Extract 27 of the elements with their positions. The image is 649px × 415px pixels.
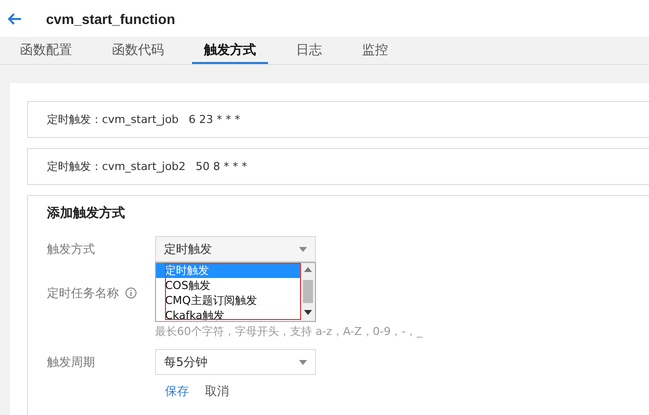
scroll-up-icon[interactable] xyxy=(304,267,312,272)
field-label: 触发方式 xyxy=(47,241,96,258)
cancel-link[interactable]: 取消 xyxy=(205,383,229,400)
tab[interactable]: 监控 xyxy=(350,37,400,64)
tab[interactable]: 函数代码 xyxy=(100,37,176,64)
function-title: cvm_start_function xyxy=(46,10,176,26)
trigger-type-select[interactable]: 定时触发 xyxy=(155,236,316,262)
field-label: 定时任务名称 xyxy=(47,280,155,306)
scroll-thumb[interactable] xyxy=(303,280,313,303)
trigger-name: 定时触发：cvm_start_job xyxy=(47,112,179,127)
trigger-schedule: 50 8 * * * xyxy=(196,160,248,173)
scrollbar[interactable] xyxy=(300,263,315,321)
trigger-schedule: 6 23 * * * xyxy=(188,113,240,126)
period-select[interactable]: 每5分钟 xyxy=(155,349,316,375)
tab[interactable]: 日志 xyxy=(284,37,334,64)
tab[interactable]: 触发方式 xyxy=(192,37,268,64)
caret-icon xyxy=(299,246,307,252)
section-heading: 添加触发方式 xyxy=(47,204,126,222)
hint-text: 最长60个字符，字母开头，支持 a-z，A-Z，0-9，-，_ xyxy=(155,324,424,339)
scroll-down-icon[interactable] xyxy=(304,310,312,315)
trigger-name: 定时触发：cvm_start_job2 xyxy=(47,159,186,174)
field-label: 触发周期 xyxy=(47,354,96,371)
save-link[interactable]: 保存 xyxy=(165,383,189,400)
info-icon[interactable] xyxy=(125,287,137,299)
caret-icon xyxy=(299,360,307,364)
tab[interactable]: 函数配置 xyxy=(8,37,84,64)
back-arrow-icon[interactable] xyxy=(8,12,22,24)
